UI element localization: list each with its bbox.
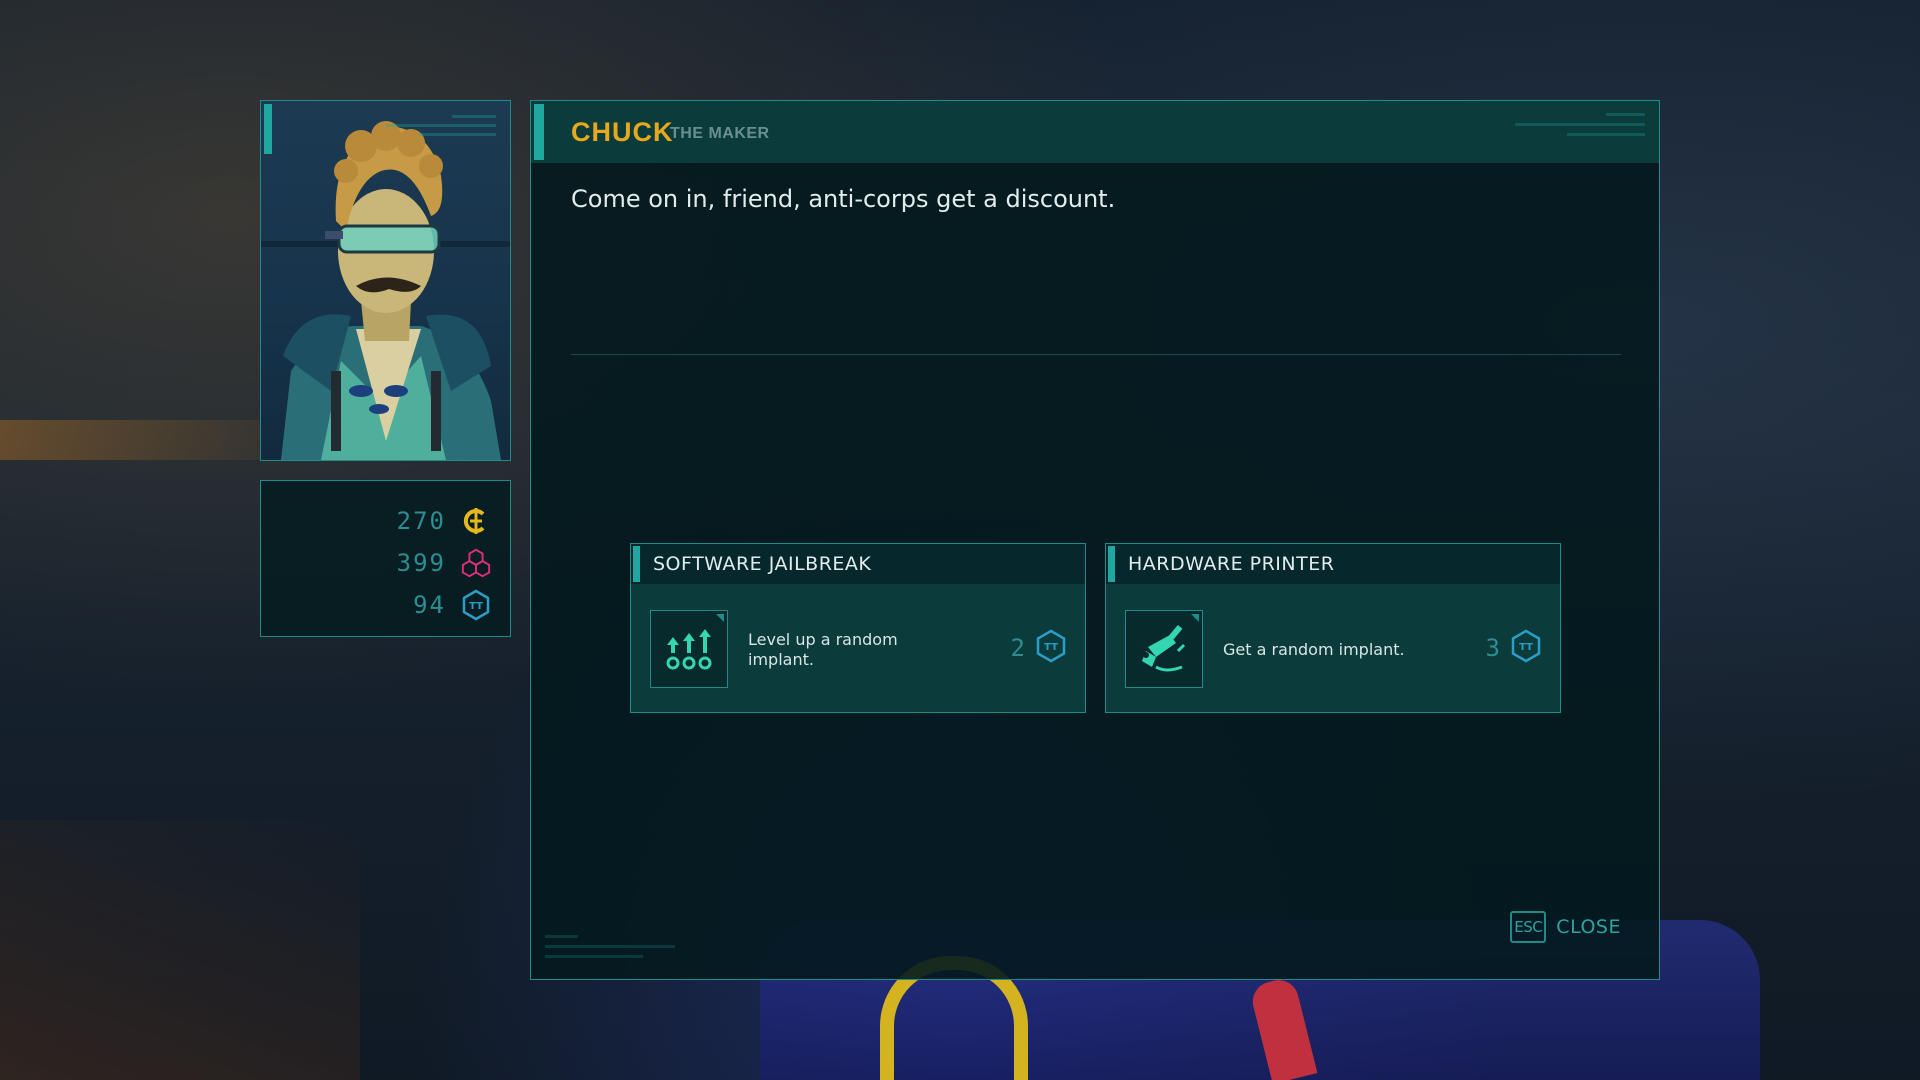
svg-text:TT: TT <box>469 601 483 612</box>
currency-panel: 270 399 94 TT <box>260 480 511 637</box>
dialog-header: CHUCK THE MAKER <box>531 101 1659 163</box>
level-up-implants-icon <box>650 610 728 688</box>
tt-token-icon: TT <box>460 589 492 621</box>
header-accent-bar <box>534 104 544 160</box>
offer-card-software-jailbreak[interactable]: SOFTWARE JAILBREAK Level up a random imp… <box>630 543 1086 713</box>
dialog-decor-text <box>545 935 675 965</box>
offer-description: Get a random implant. <box>1223 640 1405 659</box>
npc-portrait <box>260 100 511 461</box>
close-button[interactable]: ESC CLOSE <box>1510 911 1621 943</box>
svg-text:TT: TT <box>1044 642 1058 653</box>
offer-card-header: SOFTWARE JAILBREAK <box>631 544 1085 584</box>
offer-card-header: HARDWARE PRINTER <box>1106 544 1560 584</box>
npc-dialogue: Come on in, friend, anti-corps get a dis… <box>571 185 1116 213</box>
currency-row-cubes: 399 <box>397 547 492 579</box>
npc-portrait-image <box>281 121 501 460</box>
card-accent-bar <box>633 546 640 582</box>
currency-row-tokens: 94 TT <box>413 589 492 621</box>
dialog-divider <box>571 354 1621 355</box>
implant-printer-icon <box>1125 610 1203 688</box>
currency-row-credits: 270 <box>397 505 492 537</box>
offer-cost-value: 3 <box>1485 634 1500 662</box>
npc-name: CHUCK <box>571 117 674 147</box>
svg-text:TT: TT <box>1519 642 1533 653</box>
offer-cost: 2 TT <box>1010 629 1067 667</box>
offer-cost-value: 2 <box>1010 634 1025 662</box>
offer-title: HARDWARE PRINTER <box>1128 553 1335 575</box>
header-decor-text <box>1515 113 1645 143</box>
close-label: CLOSE <box>1556 916 1621 938</box>
npc-title: THE MAKER <box>670 125 770 142</box>
offer-description: Level up a random implant. <box>748 630 898 669</box>
tt-token-icon: TT <box>1510 629 1542 667</box>
offer-card-hardware-printer[interactable]: HARDWARE PRINTER Get a random implant. 3 <box>1105 543 1561 713</box>
credits-value: 270 <box>396 507 446 535</box>
esc-key-hint: ESC <box>1510 911 1547 943</box>
background-stripe <box>0 420 300 460</box>
offer-title: SOFTWARE JAILBREAK <box>653 553 872 575</box>
portrait-accent-bar <box>264 104 272 154</box>
cubes-value: 399 <box>396 549 446 577</box>
card-accent-bar <box>1108 546 1115 582</box>
cubes-icon <box>460 547 492 579</box>
credits-icon <box>460 505 492 537</box>
tokens-value: 94 <box>413 591 446 619</box>
merchant-dialog: CHUCK THE MAKER Come on in, friend, anti… <box>530 100 1660 980</box>
tt-token-icon: TT <box>1035 629 1067 667</box>
offer-cost: 3 TT <box>1485 629 1542 667</box>
portrait-decor-text <box>386 115 496 142</box>
background-floor <box>0 820 360 1080</box>
